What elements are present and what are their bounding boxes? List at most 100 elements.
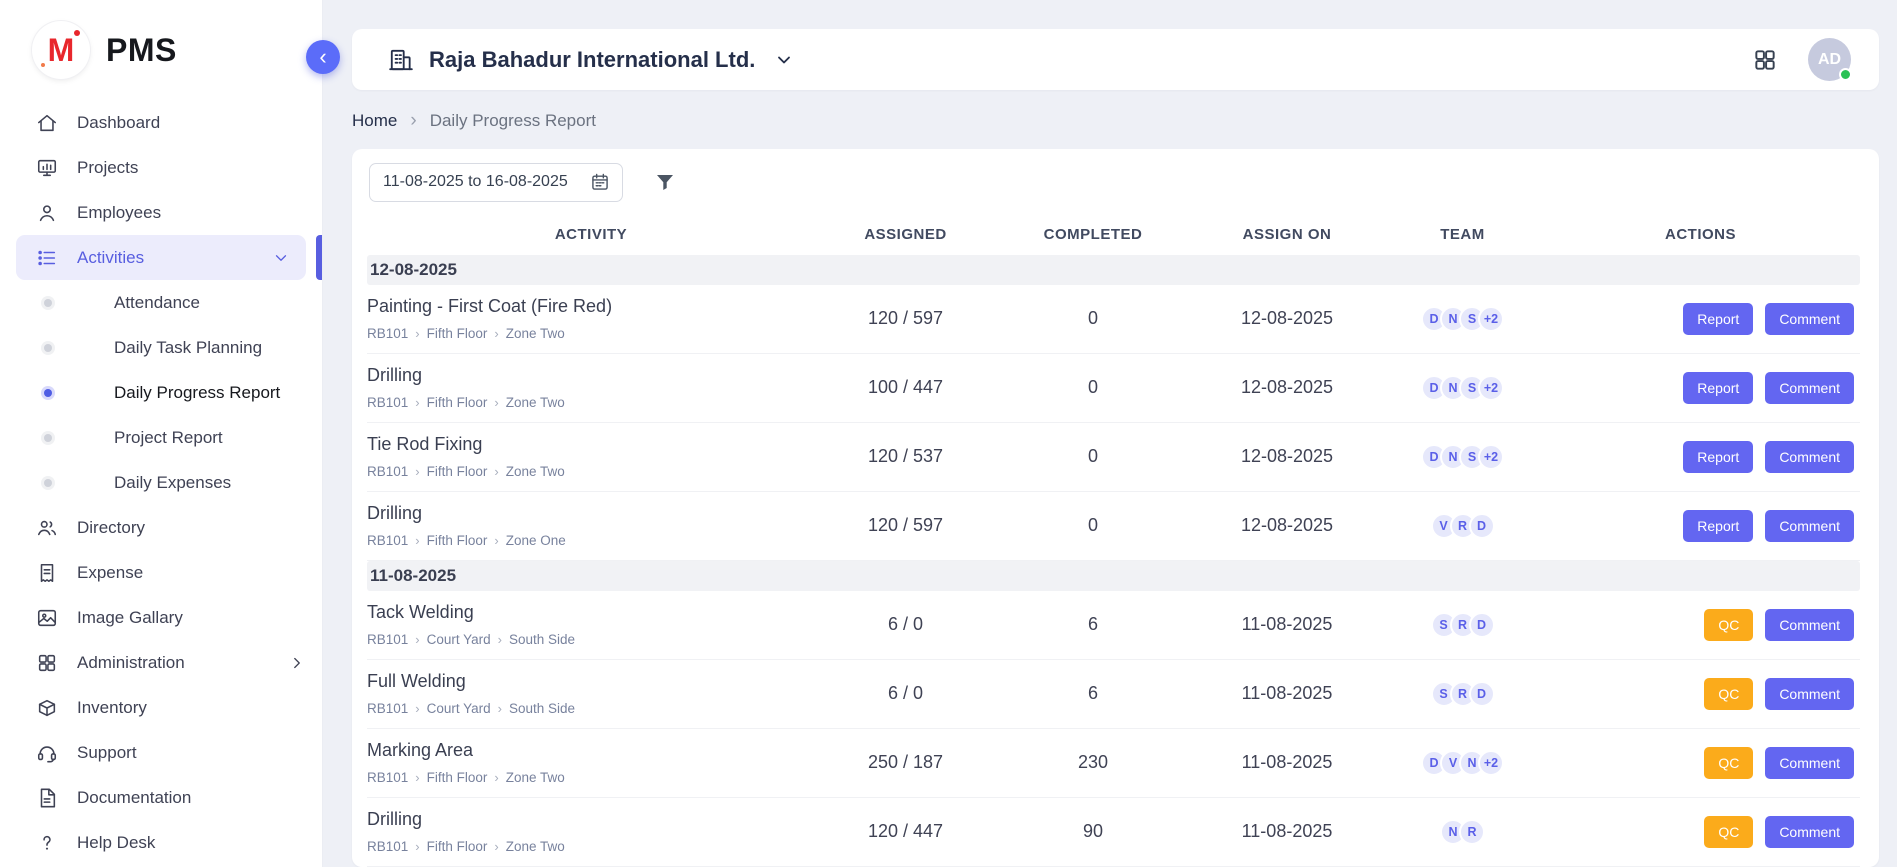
- support-icon: [36, 741, 60, 765]
- team-avatars: DNS+2: [1384, 306, 1541, 332]
- team-extra-badge[interactable]: +2: [1478, 750, 1504, 776]
- comment-button[interactable]: Comment: [1765, 747, 1854, 779]
- sidebar-item-dashboard[interactable]: Dashboard: [0, 100, 322, 145]
- sidebar-item-projects[interactable]: Projects: [0, 145, 322, 190]
- user-avatar[interactable]: AD: [1808, 38, 1851, 81]
- activity-path: RB101›Fifth Floor›Zone Two: [367, 395, 815, 410]
- breadcrumb-home-link[interactable]: Home: [352, 111, 397, 131]
- assign-on-value: 12-08-2025: [1190, 308, 1384, 329]
- team-extra-badge[interactable]: +2: [1478, 375, 1504, 401]
- logo-dot: [41, 63, 45, 67]
- path-segment: Fifth Floor: [427, 533, 488, 548]
- activity-path: RB101›Fifth Floor›Zone Two: [367, 839, 815, 854]
- column-header-completed: COMPLETED: [996, 226, 1190, 243]
- team-avatar[interactable]: D: [1469, 681, 1495, 707]
- completed-value: 0: [996, 515, 1190, 536]
- sidebar-item-support[interactable]: Support: [0, 730, 322, 775]
- avatar-initials: AD: [1818, 51, 1841, 69]
- chevron-right-icon: ›: [494, 464, 498, 479]
- sidebar-item-label: Documentation: [77, 788, 191, 808]
- sidebar-item-image-gallary[interactable]: Image Gallary: [0, 595, 322, 640]
- qc-button[interactable]: QC: [1704, 816, 1753, 848]
- topbar-right: AD: [1752, 38, 1851, 81]
- path-segment: RB101: [367, 533, 408, 548]
- sidebar-subitem-daily-expenses[interactable]: Daily Expenses: [0, 460, 322, 505]
- qc-button[interactable]: QC: [1704, 609, 1753, 641]
- sidebar-subitem-attendance[interactable]: Attendance: [0, 280, 322, 325]
- sidebar-item-inventory[interactable]: Inventory: [0, 685, 322, 730]
- completed-value: 90: [996, 821, 1190, 842]
- table-body: 12-08-2025Painting - First Coat (Fire Re…: [367, 255, 1860, 867]
- activity-path: RB101›Fifth Floor›Zone Two: [367, 770, 815, 785]
- qc-button[interactable]: QC: [1704, 747, 1753, 779]
- chevron-right-icon: ›: [494, 326, 498, 341]
- report-button[interactable]: Report: [1683, 372, 1753, 404]
- path-segment: RB101: [367, 326, 408, 341]
- sidebar-collapse-button[interactable]: ‹: [306, 40, 340, 74]
- assigned-value: 120 / 597: [815, 308, 996, 329]
- sidebar-item-activities[interactable]: Activities: [16, 235, 306, 280]
- sidebar-subitem-project-report[interactable]: Project Report: [0, 415, 322, 460]
- date-range-input[interactable]: 11-08-2025 to 16-08-2025: [369, 163, 623, 202]
- team-avatar[interactable]: D: [1469, 513, 1495, 539]
- qc-button[interactable]: QC: [1704, 678, 1753, 710]
- team-avatar[interactable]: R: [1459, 819, 1485, 845]
- report-button[interactable]: Report: [1683, 441, 1753, 473]
- date-range-value: 11-08-2025 to 16-08-2025: [383, 173, 568, 191]
- logo-dot: [74, 30, 80, 36]
- activity-path: RB101›Fifth Floor›Zone Two: [367, 464, 815, 479]
- activity-row: Painting - First Coat (Fire Red)RB101›Fi…: [367, 285, 1860, 354]
- row-actions: QC Comment: [1541, 816, 1860, 848]
- team-avatar[interactable]: D: [1469, 612, 1495, 638]
- team-extra-badge[interactable]: +2: [1478, 444, 1504, 470]
- path-segment: Zone Two: [506, 464, 565, 479]
- comment-button[interactable]: Comment: [1765, 303, 1854, 335]
- team-extra-badge[interactable]: +2: [1478, 306, 1504, 332]
- activity-row: Full WeldingRB101›Court Yard›South Side6…: [367, 660, 1860, 729]
- report-button[interactable]: Report: [1683, 303, 1753, 335]
- inventory-icon: [36, 696, 60, 720]
- sidebar-nav: DashboardProjectsEmployees Activities Atte…: [0, 100, 322, 865]
- comment-button[interactable]: Comment: [1765, 510, 1854, 542]
- path-segment: RB101: [367, 395, 408, 410]
- gallery-icon: [36, 606, 60, 630]
- activity-path: RB101›Court Yard›South Side: [367, 701, 815, 716]
- app-logo-icon: M: [32, 21, 90, 79]
- filter-funnel-icon[interactable]: [653, 170, 677, 194]
- comment-button[interactable]: Comment: [1765, 372, 1854, 404]
- breadcrumb-current: Daily Progress Report: [430, 111, 596, 131]
- comment-button[interactable]: Comment: [1765, 678, 1854, 710]
- date-group-header: 11-08-2025: [367, 561, 1860, 591]
- sidebar-item-label: Activities: [77, 248, 144, 268]
- sidebar-subitem-daily-task-planning[interactable]: Daily Task Planning: [0, 325, 322, 370]
- report-button[interactable]: Report: [1683, 510, 1753, 542]
- sidebar: M PMS ‹ DashboardProjectsEmployeesActivi…: [0, 0, 323, 867]
- activities-icon: [36, 246, 60, 270]
- comment-button[interactable]: Comment: [1765, 441, 1854, 473]
- sidebar-item-employees[interactable]: Employees: [0, 190, 322, 235]
- path-segment: Zone Two: [506, 326, 565, 341]
- sidebar-item-administration[interactable]: Administration: [0, 640, 322, 685]
- team-avatars: VRD: [1384, 513, 1541, 539]
- sidebar-item-help-desk[interactable]: Help Desk: [0, 820, 322, 865]
- completed-value: 0: [996, 446, 1190, 467]
- chevron-right-icon: ›: [415, 632, 419, 647]
- docs-icon: [36, 786, 60, 810]
- path-segment: Court Yard: [427, 701, 491, 716]
- path-segment: Fifth Floor: [427, 395, 488, 410]
- assign-on-value: 11-08-2025: [1190, 821, 1384, 842]
- sidebar-item-directory[interactable]: Directory: [0, 505, 322, 550]
- path-segment: RB101: [367, 632, 408, 647]
- comment-button[interactable]: Comment: [1765, 609, 1854, 641]
- completed-value: 6: [996, 614, 1190, 635]
- sidebar-subitem-daily-progress-report[interactable]: Daily Progress Report: [0, 370, 322, 415]
- row-actions: Report Comment: [1541, 510, 1860, 542]
- team-avatars: DNS+2: [1384, 375, 1541, 401]
- comment-button[interactable]: Comment: [1765, 816, 1854, 848]
- sidebar-item-label: Image Gallary: [77, 608, 183, 628]
- company-selector[interactable]: Raja Bahadur International Ltd.: [388, 47, 794, 73]
- sidebar-item-documentation[interactable]: Documentation: [0, 775, 322, 820]
- sidebar-item-expense[interactable]: Expense: [0, 550, 322, 595]
- assigned-value: 100 / 447: [815, 377, 996, 398]
- apps-grid-icon[interactable]: [1752, 47, 1778, 73]
